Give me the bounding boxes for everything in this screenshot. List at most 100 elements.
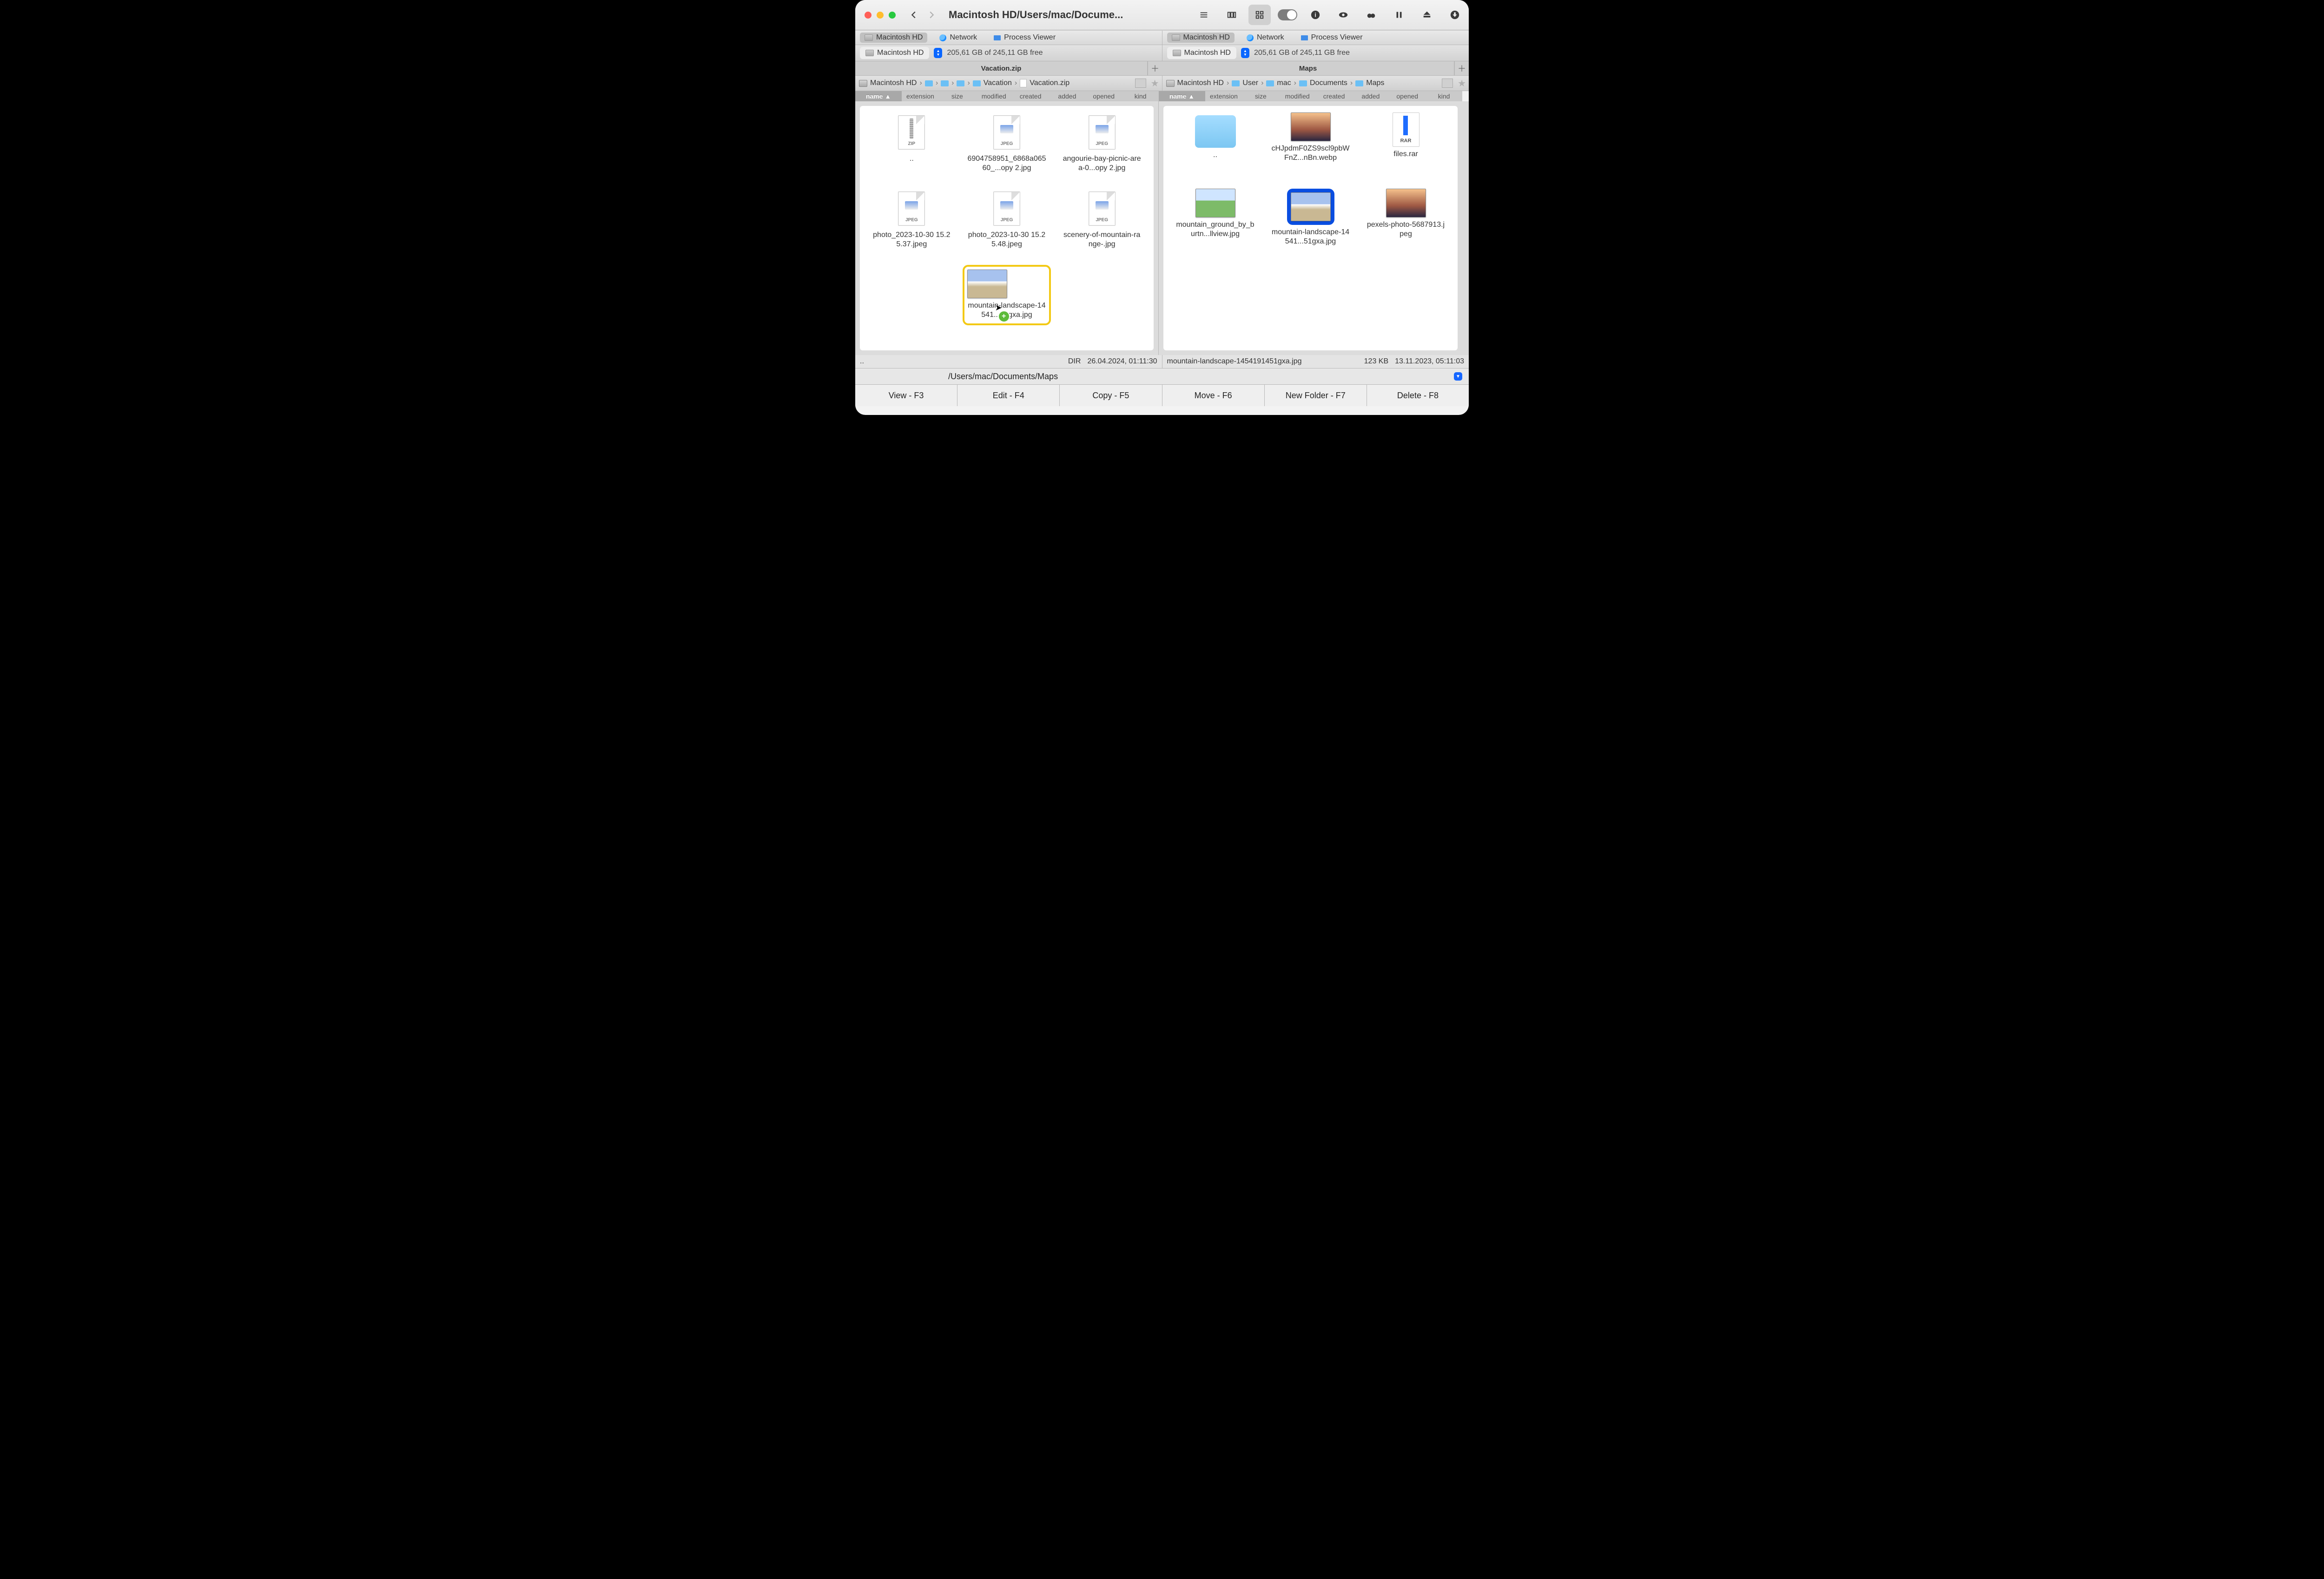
tab-macintosh-hd-right[interactable]: Macintosh HD [1167, 33, 1235, 43]
zoom-window[interactable] [889, 12, 896, 19]
file-item[interactable]: .. [1170, 112, 1261, 187]
disk-stepper-left[interactable]: ▲▼ [934, 48, 942, 58]
back-button[interactable] [905, 6, 923, 24]
pane-tab-left[interactable]: Vacation.zip [855, 61, 1148, 75]
view-mode-icon[interactable] [1135, 79, 1146, 88]
traffic-lights [855, 12, 905, 19]
monitor-icon [994, 35, 1001, 40]
close-window[interactable] [865, 12, 872, 19]
fkey-button[interactable]: Copy - F5 [1060, 385, 1162, 406]
column-header-opened[interactable]: opened [1389, 91, 1426, 101]
tab-network-left[interactable]: Network [935, 33, 982, 43]
left-pane[interactable]: ZIP..JPEG6904758951_6868a06560_...opy 2.… [855, 101, 1159, 355]
path-dropdown-icon[interactable]: ▼ [1454, 372, 1462, 381]
folder-icon [973, 80, 981, 86]
column-header-modified[interactable]: modified [976, 91, 1012, 101]
view-icons-icon[interactable] [1248, 5, 1271, 25]
column-header-size[interactable]: size [939, 91, 976, 101]
disk-stepper-right[interactable]: ▲▼ [1241, 48, 1249, 58]
eject-icon[interactable] [1416, 5, 1438, 25]
disk-selector-left[interactable]: Macintosh HD [860, 47, 929, 59]
tab-network-right[interactable]: Network [1242, 33, 1289, 43]
titlebar: Macintosh HD/Users/mac/Docume... i [855, 0, 1469, 30]
tab-process-viewer-left[interactable]: Process Viewer [989, 33, 1060, 43]
image-thumbnail [1195, 189, 1235, 217]
copy-plus-icon: + [998, 310, 1010, 322]
forward-button[interactable] [923, 6, 940, 24]
hd-icon [859, 80, 867, 87]
info-icon[interactable]: i [1304, 5, 1327, 25]
file-item[interactable]: JPEGphoto_2023-10-30 15.25.48.jpeg [962, 189, 1052, 263]
file-item[interactable]: ZIP.. [866, 112, 957, 187]
monitor-icon [1301, 35, 1308, 40]
breadcrumb-right[interactable]: Macintosh HD› User› mac› Documents› Maps… [1162, 76, 1469, 91]
column-header-kind[interactable]: kind [1426, 91, 1462, 101]
fkey-button[interactable]: View - F3 [855, 385, 957, 406]
add-tab-right[interactable]: ＋ [1454, 61, 1469, 75]
binoculars-icon[interactable] [1360, 5, 1382, 25]
folder-icon [1299, 80, 1307, 86]
tab-macintosh-hd-left[interactable]: Macintosh HD [860, 33, 927, 43]
drag-ghost-item: mountain-landscape-14541...51gxa.jpg➤+ [962, 265, 1052, 339]
column-header-kind[interactable]: kind [1122, 91, 1159, 101]
status-right: mountain-landscape-1454191451gxa.jpg 123… [1162, 355, 1469, 368]
column-header-created[interactable]: created [1012, 91, 1049, 101]
svg-text:i: i [1314, 12, 1316, 19]
path-bar[interactable]: /Users/mac/Documents/Maps ▼ [855, 368, 1469, 384]
tab-process-viewer-right[interactable]: Process Viewer [1296, 33, 1367, 43]
column-header-modified[interactable]: modified [1279, 91, 1316, 101]
favorite-icon[interactable]: ★ [1151, 78, 1159, 89]
preview-icon[interactable] [1332, 5, 1354, 25]
view-list-icon[interactable] [1193, 5, 1215, 25]
fkey-button[interactable]: Edit - F4 [957, 385, 1060, 406]
column-header-name[interactable]: name ▲ [855, 91, 902, 101]
rar-icon: RAR [1393, 112, 1419, 147]
disk-selector-right[interactable]: Macintosh HD [1167, 47, 1236, 59]
file-item[interactable]: JPEGangourie-bay-picnic-area-0...opy 2.j… [1056, 112, 1147, 187]
breadcrumb-left[interactable]: Macintosh HD› › › › Vacation› Vacation.z… [855, 76, 1162, 91]
column-header-created[interactable]: created [1316, 91, 1353, 101]
image-thumbnail [1386, 189, 1426, 217]
right-pane[interactable]: ..cHJpdmF0ZS9scl9pbWFnZ...nBn.webpRARfil… [1159, 101, 1462, 355]
image-thumbnail [1291, 192, 1331, 221]
column-header-extension[interactable]: extension [1205, 91, 1242, 101]
minimize-window[interactable] [877, 12, 884, 19]
window-title: Macintosh HD/Users/mac/Docume... [940, 9, 1131, 21]
disk-free-left: 205,61 GB of 245,11 GB free [947, 49, 1043, 57]
folder-icon [941, 80, 949, 86]
folder-icon [957, 80, 964, 86]
file-item[interactable]: pexels-photo-5687913.jpeg [1360, 189, 1451, 263]
file-item[interactable]: JPEGphoto_2023-10-30 15.25.37.jpeg [866, 189, 957, 263]
image-thumbnail [1291, 112, 1331, 141]
file-item[interactable]: cHJpdmF0ZS9scl9pbWFnZ...nBn.webp [1265, 112, 1356, 187]
hidden-files-toggle[interactable] [1276, 5, 1299, 25]
fkey-button[interactable]: Move - F6 [1162, 385, 1265, 406]
favorite-icon[interactable]: ★ [1458, 78, 1466, 89]
pause-icon[interactable] [1388, 5, 1410, 25]
column-header-name[interactable]: name ▲ [1159, 91, 1205, 101]
column-header-size[interactable]: size [1242, 91, 1279, 101]
folder-icon [1195, 115, 1236, 148]
globe-icon [939, 34, 946, 41]
folder-icon [925, 80, 933, 86]
fkey-button[interactable]: New Folder - F7 [1265, 385, 1367, 406]
zip-icon [1020, 79, 1027, 87]
pane-tab-right[interactable]: Maps [1162, 61, 1454, 75]
folder-icon [1355, 80, 1363, 86]
column-header-opened[interactable]: opened [1085, 91, 1122, 101]
view-columns-icon[interactable] [1221, 5, 1243, 25]
download-icon[interactable] [1444, 5, 1466, 25]
file-item[interactable]: mountain-landscape-14541...51gxa.jpg [1265, 189, 1356, 263]
add-tab-left[interactable]: ＋ [1148, 61, 1162, 75]
column-header-added[interactable]: added [1049, 91, 1085, 101]
status-left: .. DIR 26.04.2024, 01:11:30 [855, 355, 1162, 368]
fkey-button[interactable]: Delete - F8 [1367, 385, 1469, 406]
column-header-added[interactable]: added [1352, 91, 1389, 101]
globe-icon [1247, 34, 1254, 41]
view-mode-icon[interactable] [1442, 79, 1453, 88]
file-item[interactable]: RARfiles.rar [1360, 112, 1451, 187]
file-item[interactable]: JPEG6904758951_6868a06560_...opy 2.jpg [962, 112, 1052, 187]
file-item[interactable]: JPEGscenery-of-mountain-range-.jpg [1056, 189, 1147, 263]
column-header-extension[interactable]: extension [902, 91, 939, 101]
file-item[interactable]: mountain_ground_by_burtn...llview.jpg [1170, 189, 1261, 263]
